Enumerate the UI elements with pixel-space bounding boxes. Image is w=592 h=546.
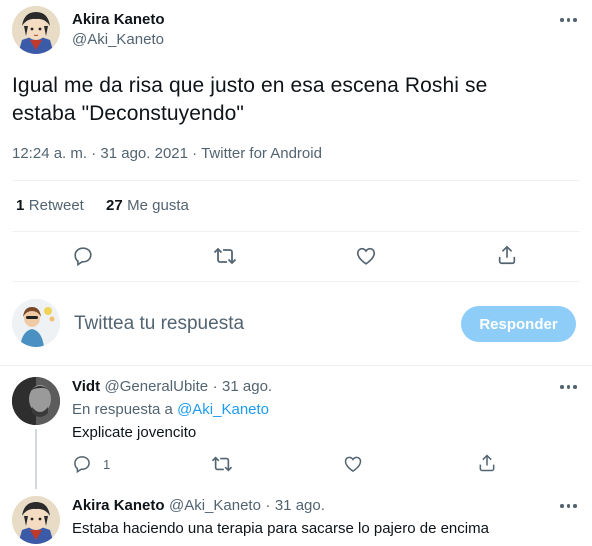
current-user-avatar[interactable] xyxy=(12,299,60,347)
thread-line xyxy=(35,429,37,489)
reply-date[interactable]: 31 ago. xyxy=(275,497,325,514)
reply-author-avatar[interactable] xyxy=(12,496,60,544)
tweet-text-line-2: estaba "Deconstuyendo" xyxy=(12,102,244,125)
reply-text: Estaba haciendo una terapia para sacarse… xyxy=(72,520,489,537)
reply-author-handle[interactable]: @GeneralUbite xyxy=(105,378,209,395)
more-options-icon[interactable] xyxy=(560,504,577,508)
author-name[interactable]: Akira Kaneto xyxy=(72,11,165,28)
share-icon[interactable] xyxy=(477,453,497,473)
anime-avatar-image xyxy=(12,6,60,54)
anime-avatar-image xyxy=(12,496,60,544)
retweet-icon[interactable] xyxy=(213,245,237,267)
user-avatar-image xyxy=(12,299,60,347)
reply-input[interactable]: Twittea tu respuesta xyxy=(74,313,244,335)
heart-icon[interactable] xyxy=(343,454,363,474)
more-options-icon[interactable] xyxy=(560,385,577,389)
mention-link[interactable]: @Aki_Kaneto xyxy=(177,401,269,418)
divider xyxy=(0,365,592,366)
retweet-icon[interactable] xyxy=(211,454,233,474)
reply-header: Akira Kaneto @Aki_Kaneto · 31 ago. xyxy=(72,497,325,514)
tweet-meta: 12:24 a. m. · 31 ago. 2021 · Twitter for… xyxy=(12,145,322,162)
heart-icon[interactable] xyxy=(355,245,377,267)
reply-author-name[interactable]: Vidt xyxy=(72,378,100,395)
reply-text: Explicate jovencito xyxy=(72,424,197,441)
reply-icon[interactable] xyxy=(72,454,92,474)
share-icon[interactable] xyxy=(496,244,518,266)
reply-author-name[interactable]: Akira Kaneto xyxy=(72,497,165,514)
reply-date[interactable]: 31 ago. xyxy=(222,378,272,395)
tweet-text-line-1: Igual me da risa que justo en esa escena… xyxy=(12,74,488,97)
author-handle[interactable]: @Aki_Kaneto xyxy=(72,31,164,48)
divider xyxy=(12,180,580,181)
author-avatar[interactable] xyxy=(12,6,60,54)
reply-author-avatar[interactable] xyxy=(12,377,60,425)
reply-icon[interactable] xyxy=(72,245,94,267)
more-options-icon[interactable] xyxy=(560,18,577,22)
reply-author-handle[interactable]: @Aki_Kaneto xyxy=(169,497,261,514)
likes-stat[interactable]: 27 Me gusta xyxy=(106,197,189,215)
reply-button[interactable]: Responder xyxy=(461,306,576,342)
retweets-stat[interactable]: 1 Retweet xyxy=(16,197,84,215)
reply-count: 1 xyxy=(103,457,111,472)
reply-header: Vidt @GeneralUbite · 31 ago. xyxy=(72,378,273,395)
grayscale-avatar-image xyxy=(12,377,60,425)
tweet-client-link[interactable]: Twitter for Android xyxy=(201,145,322,162)
in-reply-to: En respuesta a @Aki_Kaneto xyxy=(72,401,270,418)
tweet-time-link[interactable]: 12:24 a. m. · 31 ago. 2021 xyxy=(12,145,188,162)
divider xyxy=(12,281,580,282)
divider xyxy=(12,231,580,232)
